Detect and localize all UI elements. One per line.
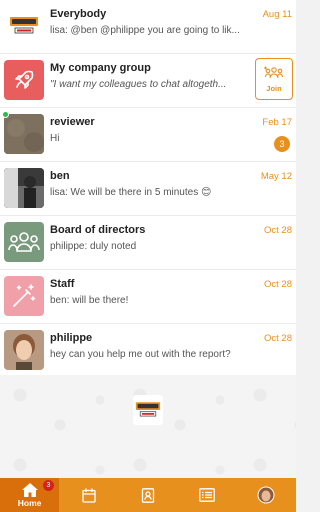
chat-time: Oct 28 [264, 225, 292, 236]
chat-time: Oct 28 [264, 279, 292, 290]
chat-list: Everybody lisa: @ben @philippe you are g… [0, 0, 296, 380]
footer-company-logo [133, 395, 163, 425]
chat-row-reviewer[interactable]: reviewer Hi Feb 17 3 [0, 108, 296, 162]
tab-contacts[interactable] [118, 478, 177, 512]
calendar-icon [82, 488, 96, 503]
company-logo-icon [9, 15, 39, 37]
chat-name: Board of directors [50, 224, 146, 236]
home-badge: 3 [43, 480, 54, 491]
chat-last-message: Hi [50, 133, 60, 144]
join-group-icon [264, 66, 284, 78]
reviewer-photo [4, 114, 44, 154]
chat-name: ben [50, 170, 70, 182]
chat-last-message: hey can you help me out with the report? [50, 349, 231, 360]
chat-row-everybody[interactable]: Everybody lisa: @ben @philippe you are g… [0, 0, 296, 54]
chat-name: philippe [50, 332, 93, 344]
rocket-icon [15, 70, 34, 89]
unread-count-badge: 3 [274, 136, 290, 152]
chat-last-message: "I want my colleagues to chat altogeth..… [50, 79, 227, 90]
chat-last-message: philippe: duly noted [50, 241, 137, 252]
philippe-photo [4, 330, 44, 370]
tab-calendar[interactable] [59, 478, 118, 512]
chat-last-message: lisa: We will be there in 5 minutes 😊 [50, 187, 212, 198]
chat-list-background [0, 375, 296, 478]
magic-wand-icon [13, 284, 36, 307]
profile-avatar [257, 486, 275, 504]
join-button[interactable]: Join [255, 58, 293, 100]
chat-last-message: ben: will be there! [50, 295, 129, 306]
ben-photo [4, 168, 44, 208]
chat-name: Staff [50, 278, 75, 290]
tab-home[interactable]: Home 3 [0, 478, 60, 512]
chat-time: May 12 [260, 171, 292, 182]
chat-time: Aug 11 [262, 9, 292, 20]
chat-name: Everybody [50, 8, 107, 20]
chat-row-board-of-directors[interactable]: Board of directors philippe: duly noted … [0, 216, 296, 270]
chat-row-philippe[interactable]: philippe hey can you help me out with th… [0, 324, 296, 380]
join-button-label: Join [266, 83, 282, 93]
chat-avatar [4, 330, 44, 370]
chat-last-message: lisa: @ben @philippe you are going to li… [50, 25, 240, 36]
company-logo-icon [135, 402, 161, 417]
chat-name: My company group [50, 62, 151, 74]
bottom-tab-bar: Home 3 [0, 478, 296, 512]
chat-avatar [4, 60, 44, 100]
home-icon [21, 482, 38, 497]
chat-avatar [4, 276, 44, 316]
chat-time: Oct 28 [264, 333, 292, 344]
chat-time: Feb 17 [262, 117, 292, 128]
tab-home-label: Home [17, 497, 42, 508]
list-icon [199, 488, 216, 502]
chat-avatar [4, 6, 44, 46]
chat-row-ben[interactable]: ben lisa: We will be there in 5 minutes … [0, 162, 296, 216]
chat-row-my-company-group[interactable]: My company group "I want my colleagues t… [0, 54, 296, 108]
chat-name: reviewer [50, 116, 95, 128]
online-indicator [2, 111, 9, 118]
chat-avatar [4, 222, 44, 262]
chat-row-staff[interactable]: Staff ben: will be there! Oct 28 [0, 270, 296, 324]
tab-list[interactable] [178, 478, 237, 512]
chat-avatar [4, 168, 44, 208]
chat-avatar [4, 114, 44, 154]
group-icon [8, 232, 40, 252]
tab-profile[interactable] [237, 478, 296, 512]
contacts-icon [141, 487, 155, 503]
